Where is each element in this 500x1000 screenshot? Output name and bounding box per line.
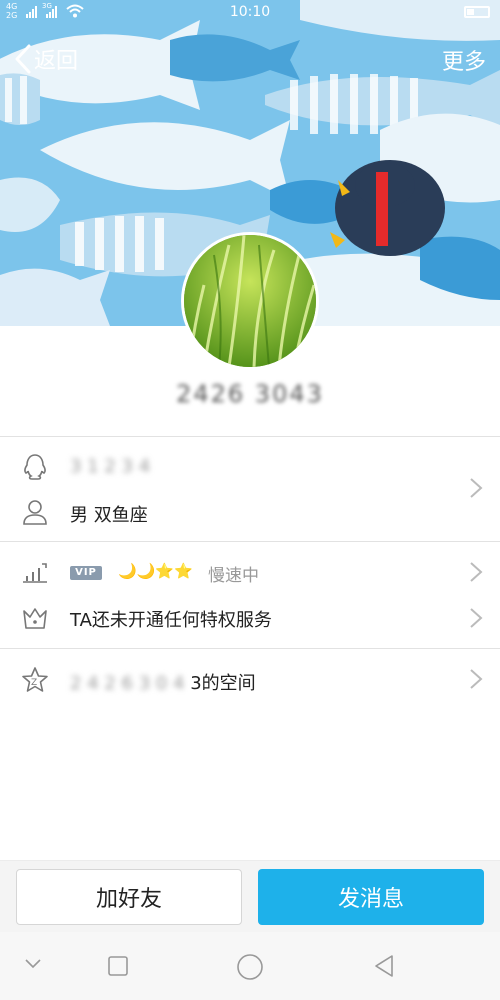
recent-apps-icon[interactable] — [107, 955, 129, 977]
home-icon[interactable] — [236, 953, 264, 981]
more-button[interactable]: 更多 — [442, 44, 486, 76]
divider — [0, 648, 500, 649]
speed-status: 慢速中 — [208, 566, 259, 586]
chevron-right-icon[interactable] — [468, 667, 484, 691]
qq-penguin-icon — [24, 454, 46, 480]
crown-icon — [23, 608, 47, 629]
divider — [0, 541, 500, 542]
chevron-down-icon[interactable] — [24, 958, 42, 970]
avatar[interactable] — [181, 232, 319, 370]
star-zone-icon: Z — [22, 667, 48, 692]
divider — [0, 436, 500, 437]
level-icons: 🌙🌙⭐⭐ — [118, 562, 193, 580]
zone-owner: 2 4 2 6 3 0 4 — [70, 673, 191, 694]
person-icon — [23, 500, 47, 525]
grass-photo — [184, 235, 316, 367]
chevron-left-icon — [15, 44, 31, 74]
chevron-right-icon[interactable] — [468, 606, 484, 630]
nickname: 2426 3043 — [176, 380, 324, 408]
zone-suffix: 3的空间 — [190, 673, 256, 694]
back-triangle-icon[interactable] — [372, 954, 396, 978]
account-number: 3 1 2 3 4 — [70, 456, 151, 477]
send-message-button[interactable]: 发消息 — [258, 869, 484, 925]
add-friend-button[interactable]: 加好友 — [16, 869, 242, 925]
vip-badge: VIP — [70, 566, 102, 580]
clock: 10:10 — [229, 4, 271, 20]
level-chart-icon — [23, 563, 47, 583]
svg-text:Z: Z — [31, 678, 37, 688]
battery-icon — [464, 6, 490, 18]
chevron-right-icon[interactable] — [468, 560, 484, 584]
chevron-right-icon[interactable] — [468, 476, 484, 500]
zone-link[interactable]: 2 4 2 6 3 0 4 3的空间 — [70, 669, 256, 695]
system-nav-bar — [0, 932, 500, 1000]
status-bar: 4G 2G 3G 10:10 — [0, 0, 500, 25]
privilege-text: TA还未开通任何特权服务 — [70, 610, 272, 631]
gender-sign: 男 双鱼座 — [70, 505, 148, 526]
back-label: 返回 — [34, 49, 79, 74]
back-button[interactable]: 返回 — [14, 42, 78, 76]
